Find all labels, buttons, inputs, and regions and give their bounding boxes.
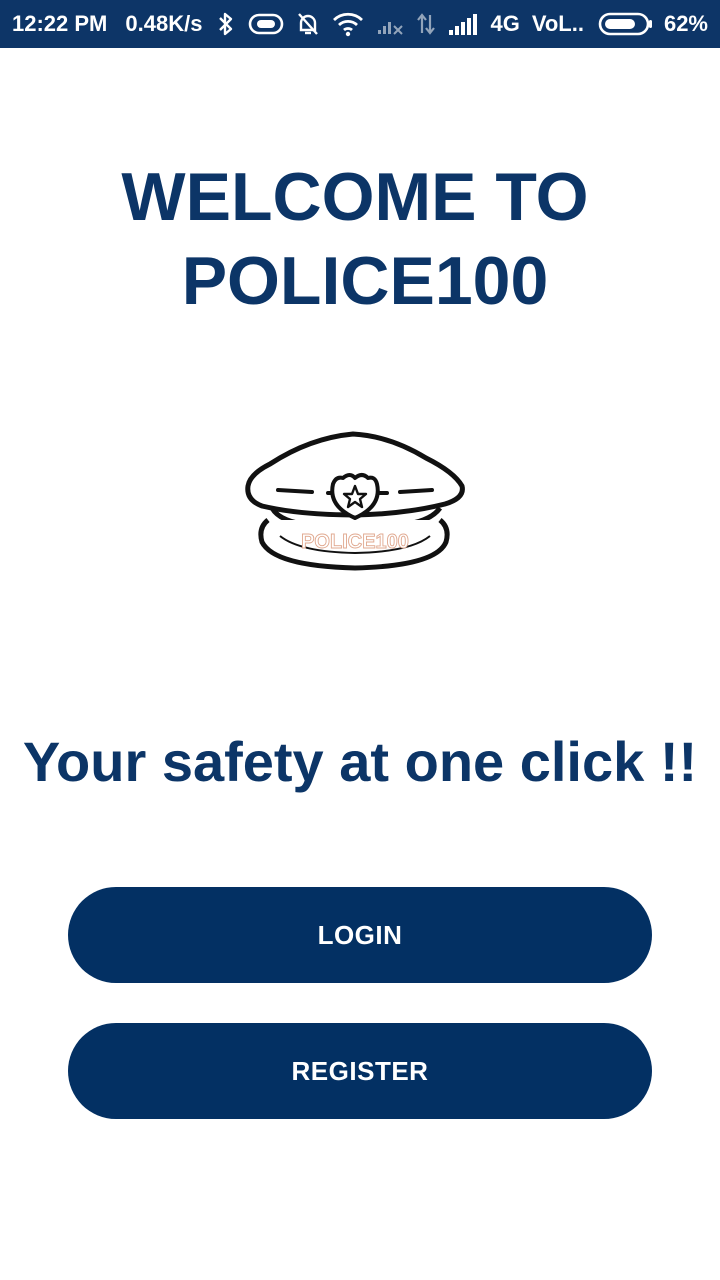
battery-icon	[598, 11, 654, 37]
welcome-line-2: POLICE100	[181, 243, 549, 319]
logo-text: POLICE100	[301, 531, 409, 553]
status-network-type: 4G	[490, 11, 520, 36]
vibrate-icon	[248, 12, 284, 36]
tagline: Your safety at one click !!	[22, 730, 698, 793]
welcome-screen: 12:22 PM 0.48K/s 4G VoL.. 62% WELCOME TO…	[0, 0, 720, 1280]
login-button[interactable]: LOGIN	[68, 887, 652, 983]
status-time: 12:22 PM	[12, 11, 108, 36]
status-network-speed: 0.48K/s	[125, 11, 203, 36]
status-right: 62%	[598, 11, 708, 37]
register-button-label: REGISTER	[291, 1055, 429, 1086]
register-button[interactable]: REGISTER	[68, 1023, 652, 1119]
signal-icon	[448, 12, 478, 36]
signal-weak-icon	[376, 12, 404, 36]
bluetooth-icon	[216, 11, 236, 37]
police-cap-icon: POLICE100	[240, 428, 470, 578]
status-left: 12:22 PM 0.48K/s	[12, 11, 202, 37]
status-icons: 4G VoL..	[216, 11, 584, 37]
status-carrier: VoL..	[531, 11, 584, 36]
status-battery-percent: 62%	[663, 11, 708, 36]
data-arrows-icon	[416, 11, 436, 37]
mute-icon	[296, 11, 320, 37]
wifi-icon	[332, 11, 364, 37]
status-bar: 12:22 PM 0.48K/s 4G VoL.. 62%	[0, 0, 720, 48]
page-title: WELCOME TO POLICE100	[0, 155, 720, 323]
welcome-line-1: WELCOME TO	[121, 159, 589, 235]
login-button-label: LOGIN	[317, 919, 403, 950]
